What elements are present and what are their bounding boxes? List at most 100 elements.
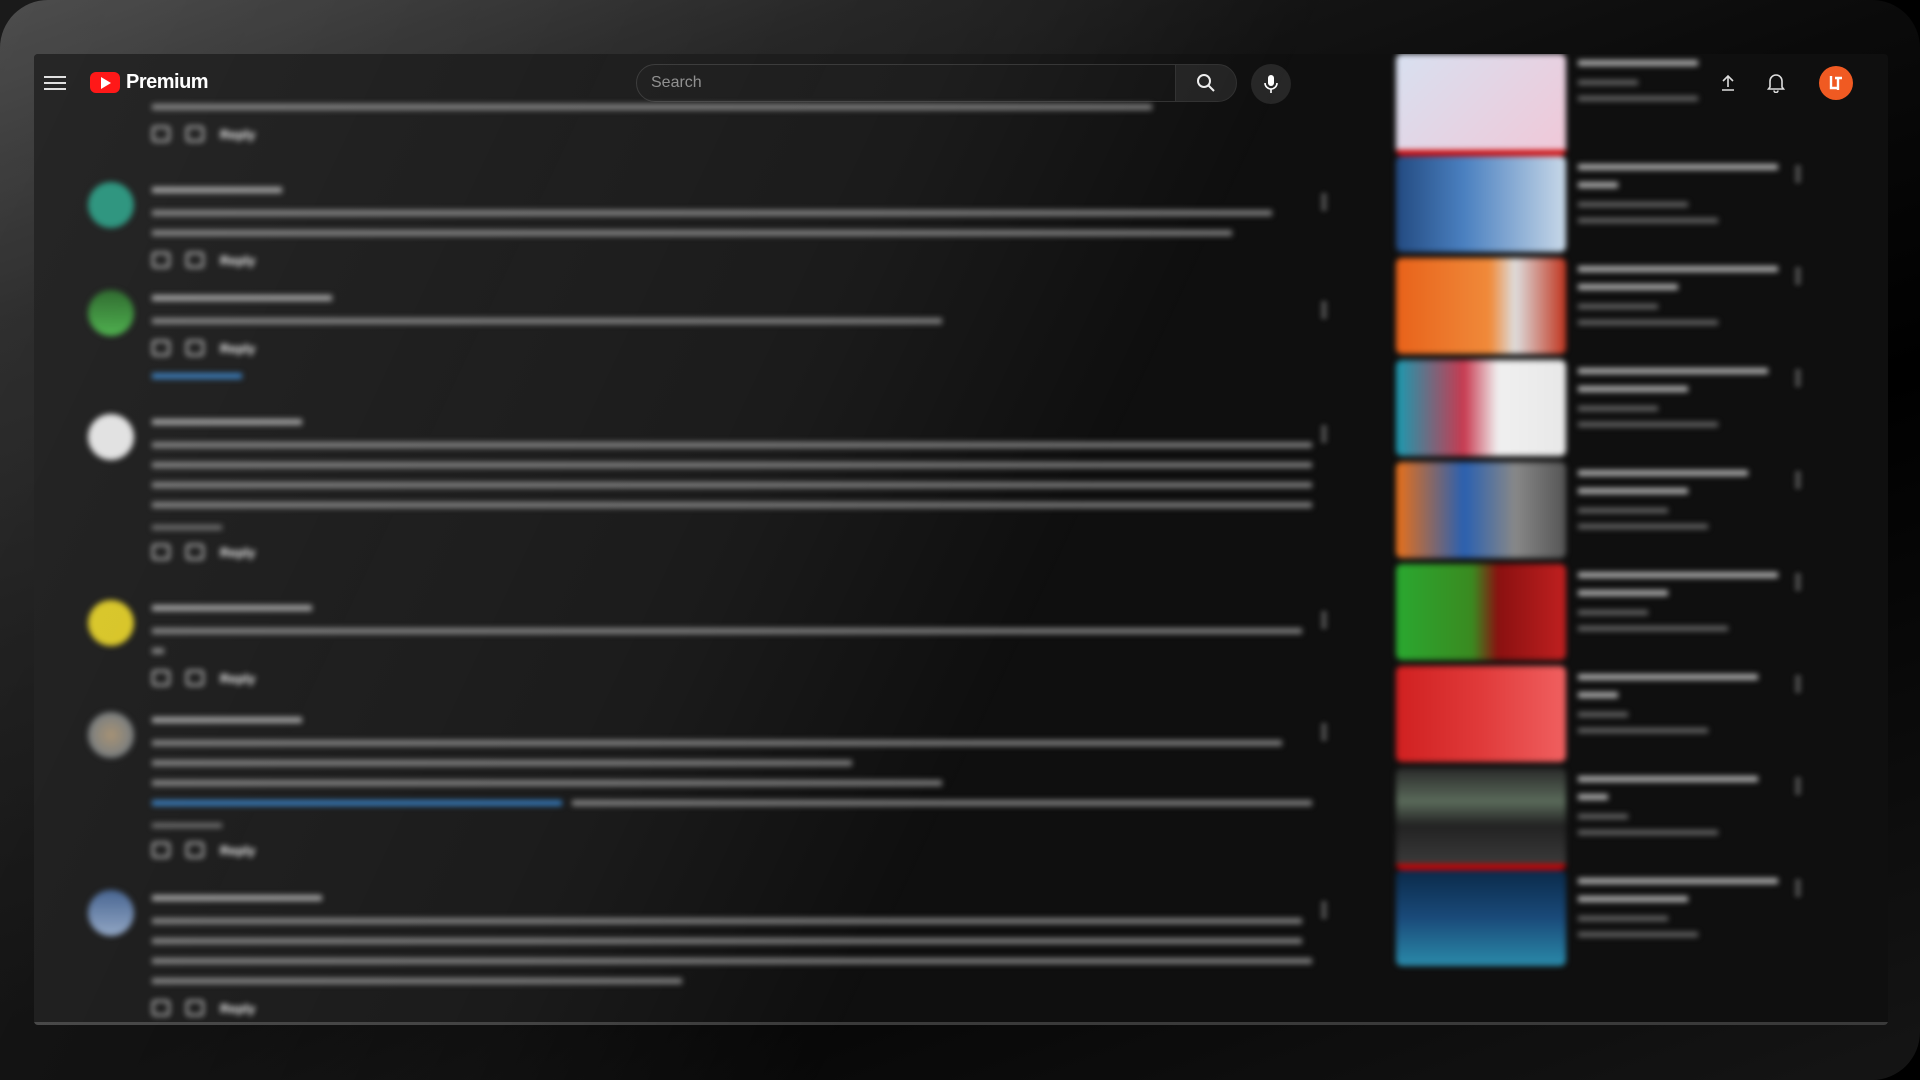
comment-text xyxy=(152,202,1342,242)
channel-name[interactable] xyxy=(1578,810,1788,824)
channel-name[interactable] xyxy=(1578,912,1788,926)
like-icon[interactable] xyxy=(152,670,170,686)
avatar[interactable] xyxy=(88,182,134,228)
comment-actions: Reply xyxy=(152,126,1342,142)
recommendation-item[interactable] xyxy=(1396,54,1836,156)
video-title[interactable] xyxy=(1578,158,1788,194)
more-options-icon[interactable] xyxy=(1796,470,1800,490)
more-options-icon[interactable] xyxy=(1796,776,1800,796)
avatar[interactable] xyxy=(88,712,134,758)
reply-button[interactable]: Reply xyxy=(220,1001,255,1016)
reply-button[interactable]: Reply xyxy=(220,253,255,268)
recommendation-item[interactable] xyxy=(1396,564,1836,662)
comment-author[interactable] xyxy=(152,890,1342,906)
video-title[interactable] xyxy=(1578,668,1788,704)
more-options-icon[interactable] xyxy=(1322,424,1326,444)
recommendation-item[interactable] xyxy=(1396,666,1836,764)
comment-author[interactable] xyxy=(152,600,1342,616)
reply-button[interactable]: Reply xyxy=(220,127,255,142)
recommendation-item[interactable] xyxy=(1396,768,1836,870)
video-title[interactable] xyxy=(1578,54,1788,72)
more-options-icon[interactable] xyxy=(1796,572,1800,592)
like-icon[interactable] xyxy=(152,340,170,356)
comment-text xyxy=(152,310,1342,330)
recommendation-item[interactable] xyxy=(1396,156,1836,254)
video-thumbnail[interactable] xyxy=(1396,360,1566,456)
read-more-link[interactable] xyxy=(152,818,222,832)
video-thumbnail[interactable] xyxy=(1396,564,1566,660)
video-thumbnail[interactable] xyxy=(1396,54,1566,156)
video-stats xyxy=(1578,418,1788,432)
video-stats xyxy=(1578,214,1788,228)
more-options-icon[interactable] xyxy=(1796,368,1800,388)
channel-name[interactable] xyxy=(1578,504,1788,518)
like-icon[interactable] xyxy=(152,1000,170,1016)
view-replies-link[interactable] xyxy=(152,368,242,384)
more-options-icon[interactable] xyxy=(1322,722,1326,742)
video-title[interactable] xyxy=(1578,872,1788,908)
reply-button[interactable]: Reply xyxy=(220,545,255,560)
more-options-icon[interactable] xyxy=(1796,164,1800,184)
reply-button[interactable]: Reply xyxy=(220,671,255,686)
video-title[interactable] xyxy=(1578,362,1788,398)
like-icon[interactable] xyxy=(152,126,170,142)
avatar[interactable] xyxy=(88,890,134,936)
comment-author[interactable] xyxy=(152,290,1342,306)
scrollbar-track xyxy=(34,1022,1888,1025)
dislike-icon[interactable] xyxy=(186,842,204,858)
dislike-icon[interactable] xyxy=(186,544,204,560)
dislike-icon[interactable] xyxy=(186,126,204,142)
more-options-icon[interactable] xyxy=(1796,878,1800,898)
more-options-icon[interactable] xyxy=(1322,900,1326,920)
comment-text xyxy=(152,620,1342,660)
recommendation-item[interactable] xyxy=(1396,258,1836,356)
recommendation-item[interactable] xyxy=(1396,870,1836,968)
dislike-icon[interactable] xyxy=(186,1000,204,1016)
youtube-logo[interactable]: Premium xyxy=(90,71,209,94)
video-title[interactable] xyxy=(1578,770,1788,806)
avatar[interactable] xyxy=(88,290,134,336)
menu-icon[interactable] xyxy=(44,72,66,92)
video-thumbnail[interactable] xyxy=(1396,258,1566,354)
recommendation-item[interactable] xyxy=(1396,462,1836,560)
read-more-link[interactable] xyxy=(152,520,222,534)
dislike-icon[interactable] xyxy=(186,252,204,268)
channel-name[interactable] xyxy=(1578,300,1788,314)
channel-name[interactable] xyxy=(1578,76,1788,90)
like-icon[interactable] xyxy=(152,544,170,560)
more-options-icon[interactable] xyxy=(1322,610,1326,630)
dislike-icon[interactable] xyxy=(186,670,204,686)
video-thumbnail[interactable] xyxy=(1396,768,1566,870)
video-title[interactable] xyxy=(1578,260,1788,296)
video-thumbnail[interactable] xyxy=(1396,462,1566,558)
like-icon[interactable] xyxy=(152,842,170,858)
video-stats xyxy=(1578,724,1788,738)
more-options-icon[interactable] xyxy=(1322,300,1326,320)
more-options-icon[interactable] xyxy=(1322,192,1326,212)
channel-name[interactable] xyxy=(1578,198,1788,212)
comment-actions: Reply xyxy=(152,1000,1342,1016)
comment-author[interactable] xyxy=(152,182,1342,198)
dislike-icon[interactable] xyxy=(186,340,204,356)
recommendation-item[interactable] xyxy=(1396,360,1836,458)
like-icon[interactable] xyxy=(152,252,170,268)
video-thumbnail[interactable] xyxy=(1396,666,1566,762)
comment-author[interactable] xyxy=(152,414,1342,430)
channel-name[interactable] xyxy=(1578,708,1788,722)
avatar[interactable] xyxy=(88,600,134,646)
video-title[interactable] xyxy=(1578,464,1788,500)
avatar[interactable] xyxy=(88,414,134,460)
reply-button[interactable]: Reply xyxy=(220,341,255,356)
comment-author[interactable] xyxy=(152,712,1342,728)
video-thumbnail[interactable] xyxy=(1396,156,1566,252)
reply-button[interactable]: Reply xyxy=(220,843,255,858)
channel-name[interactable] xyxy=(1578,402,1788,416)
video-thumbnail[interactable] xyxy=(1396,870,1566,966)
channel-name[interactable] xyxy=(1578,606,1788,620)
search-icon xyxy=(1197,74,1215,92)
more-options-icon[interactable] xyxy=(1796,674,1800,694)
microphone-icon xyxy=(1264,75,1278,93)
comment-text xyxy=(152,434,1342,514)
video-title[interactable] xyxy=(1578,566,1788,602)
more-options-icon[interactable] xyxy=(1796,266,1800,286)
